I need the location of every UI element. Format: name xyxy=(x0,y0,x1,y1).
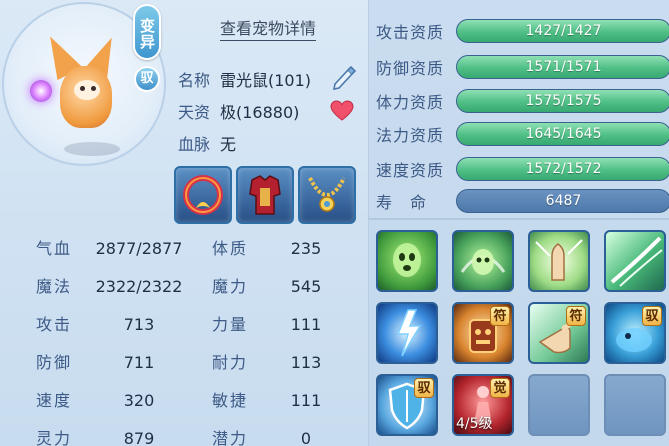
talisman-tag: 符 xyxy=(490,306,510,326)
stat-end-value: 113 xyxy=(290,353,322,372)
aptitude-label: 速度资质 xyxy=(376,161,445,180)
skill-slot-empty[interactable] xyxy=(604,374,666,436)
stat-end-label: 耐力 xyxy=(212,353,249,372)
equipment-slot-ring[interactable] xyxy=(174,166,232,224)
skill-slot-palm[interactable] xyxy=(528,230,590,292)
stat-con-value: 235 xyxy=(290,239,322,258)
ghost-swirl-icon xyxy=(460,249,506,275)
aptitude-bar: 1575/1575 xyxy=(456,89,669,113)
awaken-level: 4/5级 xyxy=(456,416,493,432)
aptitude-value: 1572/1572 xyxy=(525,161,602,177)
stat-def-label: 防御 xyxy=(36,353,73,372)
fire-ring-icon xyxy=(183,175,223,215)
skill-slot-awaken[interactable]: 觉 4/5级 xyxy=(452,374,514,436)
stat-mag-label: 魔力 xyxy=(212,277,249,296)
skill-slot-beast-tamed[interactable]: 驭 xyxy=(604,302,666,364)
stat-pot-value: 0 xyxy=(300,429,312,446)
heart-icon[interactable] xyxy=(330,100,354,122)
skill-slot-empty[interactable] xyxy=(528,374,590,436)
pet-shadow xyxy=(64,142,120,156)
aptitude-bar: 1645/1645 xyxy=(456,122,669,146)
aptitude-value: 1575/1575 xyxy=(525,93,602,109)
view-pet-details-link[interactable]: 查看宠物详情 xyxy=(220,18,317,41)
mutation-badge: 变异 xyxy=(133,4,161,60)
pet-name-label: 名称 xyxy=(178,71,211,90)
ghost-face-icon xyxy=(393,243,421,277)
skill-slot-ghost-green[interactable] xyxy=(376,230,438,292)
equipment-slot-armor[interactable] xyxy=(236,166,294,224)
lifespan-row: 寿 命 6487 xyxy=(376,187,669,215)
aptitude-value: 1427/1427 xyxy=(525,23,602,39)
lifespan-label: 寿 命 xyxy=(376,193,428,212)
stat-spirit-value: 879 xyxy=(123,429,155,446)
tamed-badge: 驭 xyxy=(134,66,160,92)
tamed-tag: 驭 xyxy=(414,378,434,398)
stat-mp-label: 魔法 xyxy=(36,277,73,296)
aptitude-row-defense: 防御资质 1571/1571 xyxy=(376,53,669,81)
wind-slash-icon xyxy=(610,236,663,287)
aptitude-value: 1571/1571 xyxy=(525,59,602,75)
aptitude-bar: 1571/1571 xyxy=(456,55,669,79)
pet-bloodline-label: 血脉 xyxy=(178,135,211,154)
stat-spd-label: 速度 xyxy=(36,391,73,410)
lightning-icon xyxy=(396,309,422,357)
pet-name-row: 名称 雷光鼠(101) xyxy=(178,66,311,92)
pet-talent-label: 天资 xyxy=(178,103,211,122)
pet-talent-value: 极(16880) xyxy=(220,103,300,122)
gold-necklace-icon xyxy=(308,177,346,212)
skill-slot-finger-talisman[interactable]: 符 xyxy=(528,302,590,364)
aptitude-label: 体力资质 xyxy=(376,93,445,112)
skill-slot-lightning[interactable] xyxy=(376,302,438,364)
rename-pen-icon[interactable] xyxy=(330,64,358,91)
pet-eye-left xyxy=(80,86,85,91)
skill-slot-shield[interactable]: 驭 xyxy=(376,374,438,436)
stat-agi-value: 111 xyxy=(290,391,322,410)
skill-slot-demon-talisman[interactable]: 符 xyxy=(452,302,514,364)
aptitude-label: 攻击资质 xyxy=(376,23,445,42)
equipment-slot-necklace[interactable] xyxy=(298,166,356,224)
aptitude-value: 1645/1645 xyxy=(525,126,602,142)
skill-slot-ghost-swirl[interactable] xyxy=(452,230,514,292)
talisman-tag: 符 xyxy=(566,306,586,326)
tamed-tag: 驭 xyxy=(642,306,662,326)
stat-spirit-label: 灵力 xyxy=(36,429,73,446)
pet-eye-right xyxy=(91,86,96,91)
stat-mp-value: 2322/2322 xyxy=(95,277,183,296)
stat-str-label: 力量 xyxy=(212,315,249,334)
pet-face xyxy=(74,80,100,100)
stat-con-label: 体质 xyxy=(212,239,249,258)
pet-bloodline-row: 血脉 无 xyxy=(178,130,236,156)
aptitude-bar: 1427/1427 xyxy=(456,19,669,43)
aptitude-label: 法力资质 xyxy=(376,126,445,145)
stat-hp-value: 2877/2877 xyxy=(95,239,183,258)
stat-def-value: 711 xyxy=(123,353,155,372)
pet-info-panel: 变异 驭 查看宠物详情 名称 雷光鼠(101) 天资 极(16880) 血脉 无 xyxy=(0,0,365,446)
lifespan-value: 6487 xyxy=(545,193,582,209)
awaken-tag: 觉 xyxy=(490,378,510,398)
stat-spd-value: 320 xyxy=(123,391,155,410)
aptitude-row-stamina: 体力资质 1575/1575 xyxy=(376,87,669,115)
stat-agi-label: 敏捷 xyxy=(212,391,249,410)
aptitude-row-attack: 攻击资质 1427/1427 xyxy=(376,17,669,45)
pet-talent-row: 天资 极(16880) xyxy=(178,98,299,124)
lightning-orb-icon xyxy=(30,80,52,102)
stat-mag-value: 545 xyxy=(290,277,322,296)
stat-pot-label: 潜力 xyxy=(212,429,249,446)
red-armor-icon xyxy=(249,175,281,215)
section-divider xyxy=(368,218,669,220)
lifespan-bar: 6487 xyxy=(456,189,669,213)
stat-atk-value: 713 xyxy=(123,315,155,334)
aptitude-label: 防御资质 xyxy=(376,59,445,78)
aptitude-row-speed: 速度资质 1572/1572 xyxy=(376,155,669,183)
pet-bloodline-value: 无 xyxy=(220,135,237,154)
stat-hp-label: 气血 xyxy=(36,239,73,258)
skill-slot-wind[interactable] xyxy=(604,230,666,292)
pet-name-value: 雷光鼠(101) xyxy=(220,71,312,90)
stat-str-value: 111 xyxy=(290,315,322,334)
aptitude-bar: 1572/1572 xyxy=(456,157,669,181)
aptitude-row-mana: 法力资质 1645/1645 xyxy=(376,120,669,148)
stat-atk-label: 攻击 xyxy=(36,315,73,334)
praying-hand-icon xyxy=(535,239,583,281)
